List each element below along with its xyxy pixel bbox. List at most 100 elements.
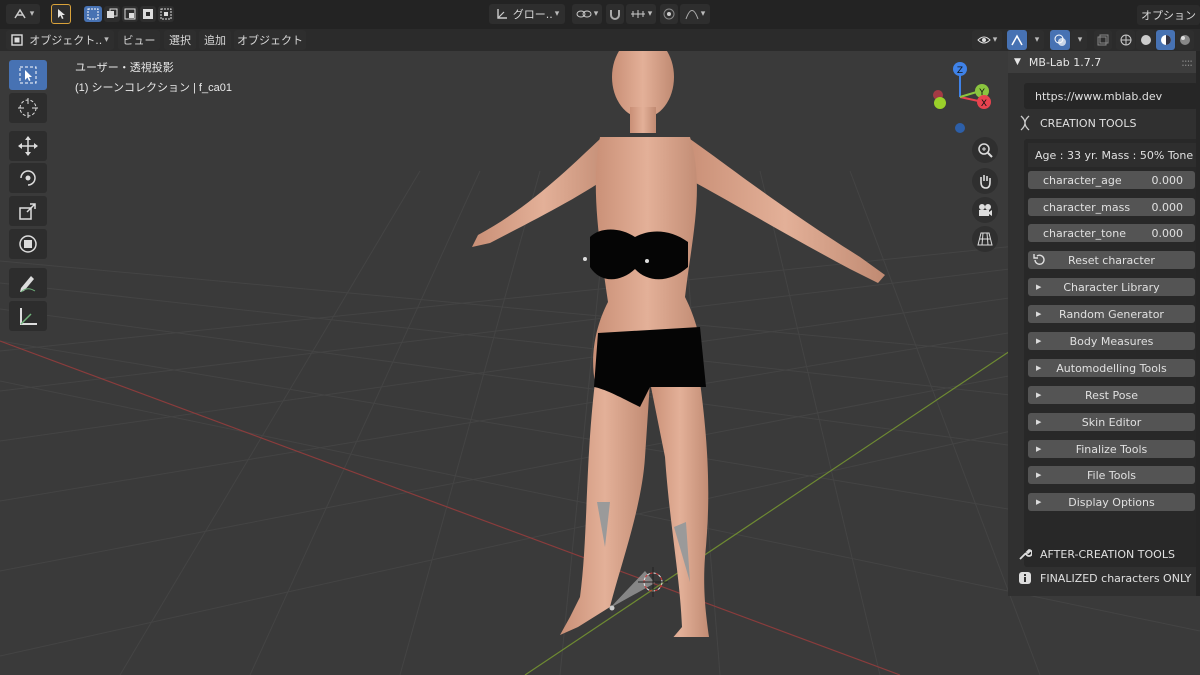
editor-type-button[interactable]: ▾ — [6, 4, 40, 24]
shading-material[interactable] — [1156, 30, 1175, 50]
gizmo-y-label: Y — [978, 88, 985, 98]
chevron-down-icon: ▾ — [554, 9, 560, 19]
chevron-down-icon: ▾ — [593, 9, 599, 19]
transform-icon — [19, 235, 37, 253]
snap-target-dropdown[interactable]: ▾ — [626, 4, 656, 24]
shading-rendered[interactable] — [1176, 30, 1194, 50]
section-label: Finalize Tools — [1075, 442, 1148, 456]
navigation-gizmo[interactable]: Z Y X — [920, 57, 1000, 137]
slider-character-age[interactable]: character_age 0.000 — [1028, 171, 1195, 189]
select-subtract-button[interactable] — [122, 6, 138, 22]
panel-title: MB-Lab 1.7.7 — [1028, 55, 1102, 69]
shading-solid[interactable] — [1136, 30, 1155, 50]
website-url[interactable]: https://www.mblab.dev — [1024, 83, 1198, 109]
proportional-edit-icon — [663, 8, 675, 20]
slider-character-mass[interactable]: character_mass 0.000 — [1028, 198, 1195, 216]
section-automodelling-tools[interactable]: ▶ Automodelling Tools — [1028, 359, 1195, 377]
sidebar-panel: ▼ MB-Lab 1.7.7 :::: https://www.mblab.de… — [1008, 51, 1200, 596]
sidebar-tab-strip[interactable] — [1196, 51, 1200, 596]
ruler-icon — [20, 308, 37, 325]
perspective-toggle-button[interactable] — [972, 226, 998, 252]
gizmo-icon — [1011, 34, 1023, 46]
proportional-editing-toggle[interactable] — [660, 4, 678, 24]
menu-add[interactable]: 追加 — [199, 30, 231, 50]
slider-value: 0.000 — [1151, 200, 1184, 214]
section-label: Skin Editor — [1081, 415, 1142, 429]
expand-arrow-icon: ▶ — [1036, 418, 1042, 426]
hand-icon — [980, 175, 991, 189]
menu-select[interactable]: 選択 — [164, 30, 196, 50]
pan-button[interactable] — [972, 168, 998, 194]
select-extend-button[interactable] — [104, 6, 120, 22]
reset-character-button[interactable]: Reset character — [1028, 251, 1195, 269]
character-stats: Age : 33 yr. Mass : 50% Tone .. — [1028, 143, 1196, 167]
tool-cursor[interactable] — [9, 93, 47, 123]
panel-header[interactable]: ▼ MB-Lab 1.7.7 :::: — [1008, 51, 1200, 73]
tool-scale[interactable] — [9, 196, 47, 226]
tool-select-box[interactable] — [9, 60, 47, 90]
shading-wireframe[interactable] — [1116, 30, 1135, 50]
character-model[interactable] — [460, 51, 900, 637]
section-display-options[interactable]: ▶ Display Options — [1028, 493, 1195, 511]
options-dropdown[interactable]: オプション — [1137, 5, 1200, 25]
object-mode-icon — [14, 8, 26, 19]
tool-rotate[interactable] — [9, 163, 47, 193]
mode-label: オブジェクト.. — [29, 34, 103, 47]
tool-measure[interactable] — [9, 301, 47, 331]
zoom-button[interactable] — [972, 137, 998, 163]
expand-arrow-icon: ▶ — [1036, 283, 1042, 291]
orientation-label: グロー.. — [512, 8, 553, 21]
3d-cursor[interactable] — [600, 563, 680, 623]
mode-dropdown[interactable]: オブジェクト.. ▾ — [6, 30, 114, 50]
link-icon — [576, 10, 592, 18]
rendered-sphere-icon — [1180, 35, 1190, 45]
finalized-only-note: FINALIZED characters ONLY — [1018, 569, 1191, 587]
visibility-dropdown[interactable]: ▾ — [972, 30, 1002, 50]
cursor-icon — [58, 9, 65, 19]
chevron-down-icon: ▾ — [700, 9, 706, 19]
select-tool-button[interactable] — [51, 4, 71, 24]
section-random-generator[interactable]: ▶ Random Generator — [1028, 305, 1195, 323]
material-sphere-icon — [1160, 35, 1171, 45]
overlay-dropdown[interactable]: ▾ — [1071, 30, 1087, 50]
tool-annotate[interactable] — [9, 268, 47, 298]
falloff-dropdown[interactable]: ▾ — [680, 4, 710, 24]
creation-tools-heading: CREATION TOOLS — [1018, 114, 1136, 132]
viewport-header: オブジェクト.. ▾ ビュー 選択 追加 オブジェクト ▾ ▾ ▾ — [0, 29, 1200, 51]
overlay-toggle[interactable] — [1050, 30, 1070, 50]
gizmo-toggle[interactable] — [1007, 30, 1027, 50]
tool-transform[interactable] — [9, 229, 47, 259]
section-character-library[interactable]: ▶ Character Library — [1028, 278, 1195, 296]
select-box-new-button[interactable] — [84, 6, 102, 22]
section-label: Random Generator — [1059, 307, 1164, 321]
select-box-icon — [19, 66, 37, 84]
drag-handle-icon[interactable]: :::: — [1181, 56, 1193, 69]
dna-icon — [1020, 115, 1030, 131]
section-rest-pose[interactable]: ▶ Rest Pose — [1028, 386, 1195, 404]
chevron-down-icon: ▾ — [1034, 35, 1040, 45]
tool-move[interactable] — [9, 131, 47, 161]
gizmo-dropdown[interactable]: ▾ — [1028, 30, 1044, 50]
pivot-point-dropdown[interactable]: ▾ — [572, 4, 602, 24]
slider-value: 0.000 — [1151, 226, 1184, 240]
section-label: Rest Pose — [1085, 388, 1138, 402]
gizmo-x-label: X — [981, 99, 987, 109]
object-mode-icon — [11, 34, 23, 46]
slider-character-tone[interactable]: character_tone 0.000 — [1028, 224, 1195, 242]
menu-object[interactable]: オブジェクト — [234, 30, 306, 50]
transform-orientation-dropdown[interactable]: グロー.. ▾ — [489, 4, 565, 24]
menu-view[interactable]: ビュー — [118, 30, 160, 50]
snap-toggle[interactable] — [606, 4, 624, 24]
collapse-arrow-icon: ▼ — [1014, 57, 1021, 67]
finalized-only-label: FINALIZED characters ONLY — [1040, 571, 1192, 585]
select-invert-button[interactable] — [140, 6, 156, 22]
section-finalize-tools[interactable]: ▶ Finalize Tools — [1028, 440, 1195, 458]
section-file-tools[interactable]: ▶ File Tools — [1028, 466, 1195, 484]
section-skin-editor[interactable]: ▶ Skin Editor — [1028, 413, 1195, 431]
select-intersect-button[interactable] — [158, 6, 174, 22]
xray-toggle[interactable] — [1094, 30, 1112, 50]
section-body-measures[interactable]: ▶ Body Measures — [1028, 332, 1195, 350]
menu-select-label: 選択 — [169, 34, 191, 47]
camera-view-button[interactable] — [972, 197, 998, 223]
chevron-down-icon: ▾ — [992, 35, 998, 45]
